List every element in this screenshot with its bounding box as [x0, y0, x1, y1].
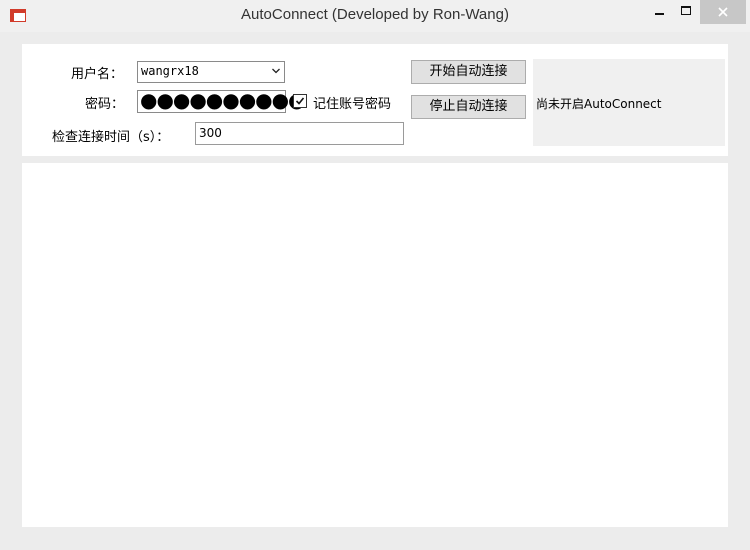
stop-button[interactable]: 停止自动连接 — [411, 95, 526, 119]
settings-panel: 用户名： wangrx18 密码： ●●●●●●●●●● 记住账号密码 检查连接… — [22, 44, 728, 156]
username-label: 用户名： — [71, 67, 124, 82]
start-button[interactable]: 开始自动连接 — [411, 60, 526, 84]
password-input[interactable]: ●●●●●●●●●● — [137, 88, 306, 113]
interval-label: 检查连接时间（s）： — [52, 130, 170, 145]
maximize-button[interactable] — [673, 0, 699, 24]
remember-checkbox[interactable] — [293, 94, 307, 108]
title-bar[interactable]: AutoConnect (Developed by Ron-Wang) — [0, 0, 750, 32]
log-area[interactable] — [22, 163, 728, 527]
username-value: wangrx18 — [141, 64, 199, 78]
status-panel: 尚未开启AutoConnect — [533, 59, 725, 146]
close-icon — [718, 7, 728, 17]
interval-value: 300 — [199, 126, 222, 140]
close-button[interactable] — [700, 0, 746, 24]
remember-label[interactable]: 记住账号密码 — [313, 93, 391, 112]
password-label: 密码： — [85, 97, 125, 112]
password-value: ●●●●●●●●●● — [140, 88, 306, 112]
checkmark-icon — [295, 97, 305, 105]
main-window: AutoConnect (Developed by Ron-Wang) 用户名：… — [0, 0, 750, 550]
window-title: AutoConnect (Developed by Ron-Wang) — [241, 6, 509, 23]
username-dropdown[interactable]: wangrx18 — [137, 61, 285, 83]
maximize-icon — [681, 6, 691, 15]
minimize-button[interactable] — [645, 0, 673, 24]
chevron-down-icon — [272, 68, 280, 74]
status-text: 尚未开启AutoConnect — [536, 97, 662, 111]
interval-input[interactable]: 300 — [195, 122, 404, 145]
minimize-icon — [655, 13, 664, 15]
